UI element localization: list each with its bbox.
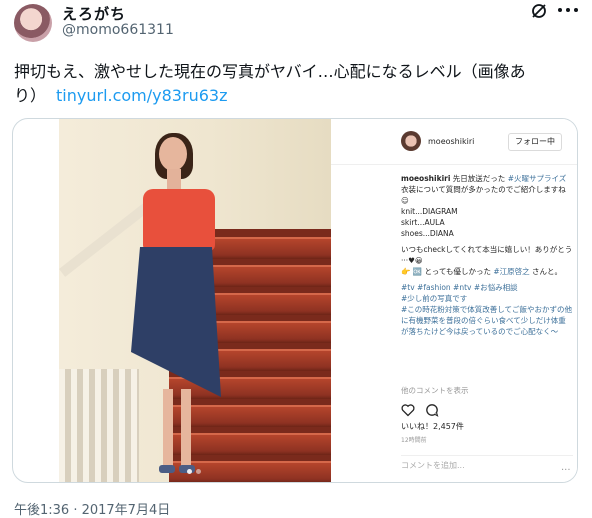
- more-options-icon[interactable]: [558, 8, 578, 14]
- follow-button[interactable]: フォロー中: [508, 133, 562, 151]
- photo-person-leg: [181, 389, 191, 467]
- caption-line: 衣装について質問が多かったのでご紹介しますね☺: [401, 185, 566, 205]
- caption-item: skirt...AULA: [401, 218, 445, 227]
- handle[interactable]: @momo661311: [62, 22, 174, 38]
- photo-person-leg: [163, 389, 173, 467]
- tweet-text-line2: り） tinyurl.com/y83ru63z: [14, 84, 574, 108]
- post-age: 12時間前: [401, 437, 427, 444]
- caption-line: 👉 🆗 とっても優しかった: [401, 267, 494, 276]
- avatar[interactable]: [14, 4, 52, 42]
- tweet-timestamp[interactable]: 午後1:36 · 2017年7月4日: [14, 499, 170, 518]
- caption-hashtag[interactable]: #少し前の写真です: [401, 294, 467, 303]
- instagram-caption: moeoshikiri 先日放送だった #火曜サプライズ 衣装について質問が多か…: [401, 173, 573, 342]
- more-comments-link[interactable]: 他のコメントを表示: [401, 385, 469, 396]
- caption-username[interactable]: moeoshikiri: [401, 174, 450, 183]
- photo-person-head: [159, 137, 187, 171]
- post-photo[interactable]: [59, 119, 331, 482]
- display-name[interactable]: えろがち: [62, 3, 126, 24]
- photo-railing: [59, 369, 139, 482]
- photo-person-top: [143, 189, 215, 251]
- instagram-username[interactable]: moeoshikiri: [428, 137, 474, 146]
- caption-item: shoes...DIANA: [401, 229, 454, 238]
- tweet-text: 押切もえ、激やせした現在の写真がヤバイ…心配になるレベル（画像あ り） tinyu…: [14, 60, 574, 108]
- more-icon[interactable]: ···: [561, 465, 571, 476]
- tweet-link[interactable]: tinyurl.com/y83ru63z: [56, 86, 227, 105]
- instagram-actions: [401, 403, 439, 417]
- caption-hashtags[interactable]: #tv #fashion #ntv #お悩み相談: [401, 283, 518, 292]
- caption-hashtag-long[interactable]: #この時花粉対策で体質改善してご飯やおかずの他に有機野菜を普段の倍ぐらい食べて少…: [401, 305, 572, 336]
- caption-item: knit...DIAGRAM: [401, 207, 458, 216]
- caption-line: さんと。: [529, 267, 563, 276]
- caption-line: いつもcheckしてくれて本当に嬉しい！ありがとう···♥😀: [401, 245, 573, 265]
- tweet-text-end: り）: [14, 86, 47, 105]
- comment-input[interactable]: コメントを追加...: [401, 455, 573, 475]
- instagram-avatar[interactable]: [401, 131, 421, 151]
- caption-intro: 先日放送だった: [450, 174, 508, 183]
- embedded-media[interactable]: moeoshikiri フォロー中 moeoshikiri 先日放送だった #火…: [12, 118, 578, 483]
- carousel-dots[interactable]: [187, 469, 201, 474]
- caption-hashtag[interactable]: #江原啓之: [493, 267, 529, 276]
- photo-person-shoe: [159, 465, 175, 473]
- tweet-text-line1: 押切もえ、激やせした現在の写真がヤバイ…心配になるレベル（画像あ: [14, 62, 526, 81]
- instagram-header: moeoshikiri フォロー中: [331, 119, 577, 165]
- instagram-panel: moeoshikiri フォロー中 moeoshikiri 先日放送だった #火…: [331, 119, 577, 482]
- like-count[interactable]: いいね！2,457件: [401, 421, 464, 432]
- grok-icon[interactable]: [530, 2, 548, 20]
- photo-person-neck: [167, 169, 181, 191]
- caption-hashtag[interactable]: #火曜サプライズ: [508, 174, 567, 183]
- heart-icon[interactable]: [401, 403, 415, 417]
- comment-icon[interactable]: [425, 403, 439, 417]
